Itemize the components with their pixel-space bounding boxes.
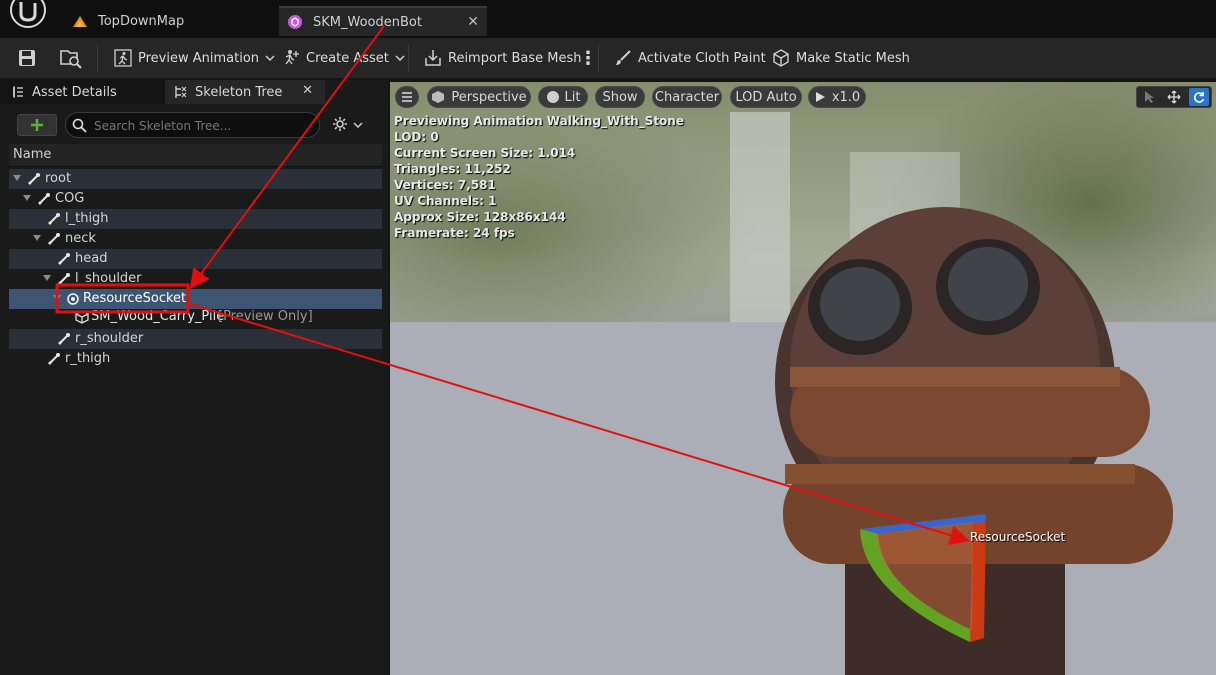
tree-row-l-shoulder[interactable]: l_shoulder xyxy=(9,269,382,289)
gear-icon xyxy=(333,117,347,131)
expand-caret-icon[interactable] xyxy=(23,195,31,201)
skeleton-tree-icon xyxy=(175,86,187,98)
cube-icon xyxy=(432,91,445,103)
search-input[interactable] xyxy=(92,116,296,136)
preview-animation-button[interactable]: Preview Animation xyxy=(114,38,282,78)
tree-row-head[interactable]: head xyxy=(9,249,382,269)
bone-icon xyxy=(58,253,70,265)
tree-row-r-thigh[interactable]: r_thigh xyxy=(9,349,382,369)
static-mesh-icon xyxy=(773,49,789,67)
skeleton-tree-panel: Asset Details Skeleton Tree ✕ Name root … xyxy=(0,80,388,675)
chevron-down-icon xyxy=(265,55,275,62)
static-mesh-icon xyxy=(75,310,89,324)
stat-preview-animation: Previewing Animation Walking_With_Stone xyxy=(394,114,684,128)
tab-skeleton-tree[interactable]: Skeleton Tree ✕ xyxy=(165,80,325,104)
tree-row-r-shoulder[interactable]: r_shoulder xyxy=(9,329,382,349)
add-socket-button[interactable] xyxy=(17,114,57,136)
stat-framerate: Framerate: 24 fps xyxy=(394,226,515,240)
tree-column-header: Name xyxy=(9,144,382,167)
character-button[interactable]: Character xyxy=(652,86,722,108)
bone-icon xyxy=(38,193,50,205)
tree-row-cog[interactable]: COG xyxy=(9,189,382,209)
tab-asset-details[interactable]: Asset Details xyxy=(0,80,165,104)
details-icon xyxy=(13,86,23,98)
settings-dropdown[interactable] xyxy=(332,116,366,134)
toolbar-divider xyxy=(97,44,98,72)
save-icon[interactable] xyxy=(17,48,37,68)
reimport-icon xyxy=(425,50,441,66)
tree-row-preview-mesh[interactable]: SM_Wood_Carry_Pile [Preview Only] xyxy=(9,307,382,327)
close-tab-icon[interactable]: ✕ xyxy=(302,83,313,98)
expand-caret-icon[interactable] xyxy=(53,295,61,301)
stat-lod: LOD: 0 xyxy=(394,130,439,144)
search-skeleton-tree-field[interactable] xyxy=(65,112,320,138)
tree-row-neck[interactable]: neck xyxy=(9,229,382,249)
expand-caret-icon[interactable] xyxy=(33,235,41,241)
toolbar-divider xyxy=(408,44,409,72)
bone-icon xyxy=(28,173,40,185)
socket-icon xyxy=(67,293,79,305)
create-asset-icon xyxy=(285,50,299,65)
stat-triangles: Triangles: 11,252 xyxy=(394,162,511,176)
lod-button[interactable]: LOD Auto xyxy=(730,86,802,108)
transform-tools xyxy=(1136,86,1212,108)
expand-caret-icon[interactable] xyxy=(43,275,51,281)
bone-icon xyxy=(48,233,60,245)
chevron-down-icon xyxy=(395,55,405,62)
select-cursor-icon[interactable] xyxy=(1143,90,1157,104)
brush-icon xyxy=(616,50,631,65)
skeletal-mesh-icon xyxy=(288,15,302,29)
rotate-icon xyxy=(1193,92,1205,103)
make-static-mesh-button[interactable]: Make Static Mesh xyxy=(772,38,910,78)
tab-topdownmap[interactable]: TopDownMap xyxy=(72,6,272,36)
stat-approx-size: Approx Size: 128x86x144 xyxy=(394,210,566,224)
unreal-logo-icon[interactable] xyxy=(8,0,50,34)
stat-uv-channels: UV Channels: 1 xyxy=(394,194,497,208)
tab-label: TopDownMap xyxy=(98,13,185,29)
bone-icon xyxy=(48,353,60,365)
chevron-down-icon xyxy=(353,122,363,129)
tree-row-root[interactable]: root xyxy=(9,169,382,189)
rotate-button[interactable] xyxy=(1189,88,1209,106)
preview-viewport[interactable]: Perspective Lit Show Character LOD Auto … xyxy=(390,82,1216,675)
translate-icon[interactable] xyxy=(1167,90,1181,104)
bone-icon xyxy=(48,213,60,225)
expand-caret-icon[interactable] xyxy=(13,175,21,181)
play-icon xyxy=(815,92,825,102)
viewport-menu-button[interactable] xyxy=(395,86,419,108)
browse-content-icon[interactable] xyxy=(59,47,83,69)
perspective-button[interactable]: Perspective xyxy=(427,86,531,108)
create-asset-button[interactable]: Create Asset xyxy=(282,38,412,78)
hamburger-menu-icon xyxy=(402,92,412,102)
level-icon xyxy=(73,16,87,27)
search-icon xyxy=(72,118,87,133)
document-tab-bar: TopDownMap SKM_WoodenBot ✕ xyxy=(0,0,1216,38)
activate-cloth-paint-button[interactable]: Activate Cloth Paint xyxy=(614,38,766,78)
socket-label: ResourceSocket xyxy=(970,530,1066,544)
stat-screen-size: Current Screen Size: 1.014 xyxy=(394,146,576,160)
play-rate-button[interactable]: x1.0 xyxy=(808,86,866,108)
tree-row-resource-socket[interactable]: ResourceSocket xyxy=(9,289,382,309)
bone-icon xyxy=(58,273,70,285)
tab-skm-woodenbot[interactable]: SKM_WoodenBot ✕ xyxy=(279,6,487,36)
lit-button[interactable]: Lit xyxy=(538,86,588,108)
show-button[interactable]: Show xyxy=(595,86,645,108)
animation-icon xyxy=(114,49,132,67)
tree-row-l-thigh[interactable]: l_thigh xyxy=(9,209,382,229)
lit-sphere-icon xyxy=(546,91,559,103)
tab-label: SKM_WoodenBot xyxy=(313,14,422,30)
toolbar-divider xyxy=(598,44,599,72)
more-options-icon[interactable]: ⋮ xyxy=(579,38,597,78)
plus-icon xyxy=(31,119,43,131)
viewport-scene xyxy=(390,82,1216,675)
close-tab-icon[interactable]: ✕ xyxy=(467,14,479,30)
bone-icon xyxy=(58,333,70,345)
reimport-base-mesh-button[interactable]: Reimport Base Mesh xyxy=(424,38,582,78)
stat-vertices: Vertices: 7,581 xyxy=(394,178,496,192)
asset-editor-toolbar: Preview Animation Create Asset Reimport … xyxy=(0,38,1216,78)
